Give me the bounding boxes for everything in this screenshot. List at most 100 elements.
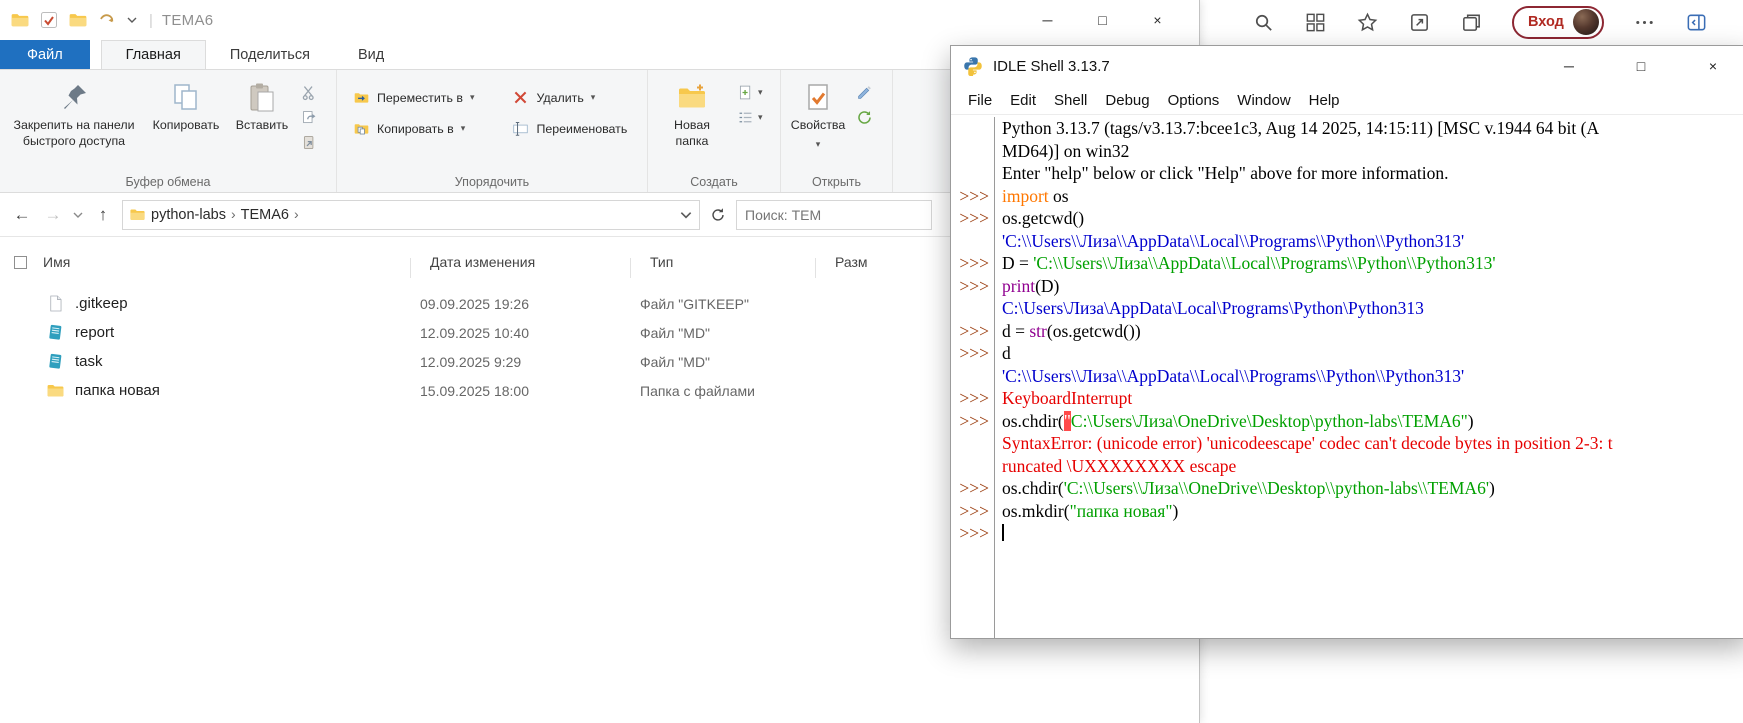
breadcrumb-separator: › xyxy=(289,206,304,222)
copy-to-button[interactable]: Копировать в ▾ xyxy=(347,118,480,139)
paste-button[interactable]: Вставить xyxy=(228,74,296,134)
tab-view[interactable]: Вид xyxy=(334,40,408,69)
tab-share[interactable]: Поделиться xyxy=(206,40,334,69)
history-icon[interactable] xyxy=(856,109,873,126)
address-dropdown-icon[interactable] xyxy=(679,208,693,222)
easy-access-icon xyxy=(737,109,754,126)
shell-line: >>>d xyxy=(951,342,1743,365)
qat-customize-chevron-icon[interactable] xyxy=(126,14,138,26)
shell-line: >>>os.chdir("C:\Users\Лиза\OneDrive\Desk… xyxy=(951,410,1743,433)
select-all-checkbox[interactable] xyxy=(14,256,27,269)
python-logo-icon xyxy=(963,56,983,76)
file-name: task xyxy=(75,353,103,370)
cut-icon[interactable] xyxy=(301,84,318,101)
menu-window[interactable]: Window xyxy=(1228,92,1299,109)
easy-access-button[interactable]: ▾ xyxy=(737,109,763,126)
dropdown-caret: ▾ xyxy=(816,139,821,150)
dropdown-caret: ▾ xyxy=(758,112,763,123)
sidebar-panel-icon[interactable] xyxy=(1685,11,1708,34)
refresh-icon[interactable] xyxy=(709,206,727,224)
paste-label: Вставить xyxy=(236,118,289,134)
shell-prompt: >>> xyxy=(951,410,995,433)
explorer-titlebar: | ТЕМА6 ─ □ × xyxy=(0,0,1199,40)
idle-titlebar: IDLE Shell 3.13.7 ─ □ × xyxy=(951,46,1743,86)
delete-button[interactable]: Удалить ▾ xyxy=(506,87,633,108)
ribbon-group-create: Новая папка ▾ ▾ Создать xyxy=(648,70,781,192)
favorites-star-icon[interactable] xyxy=(1356,11,1379,34)
close-button[interactable]: × xyxy=(1130,0,1185,40)
menu-debug[interactable]: Debug xyxy=(1096,92,1158,109)
dropdown-caret: ▾ xyxy=(591,92,596,103)
minimize-button[interactable]: ─ xyxy=(1020,0,1075,40)
file-date: 09.09.2025 19:26 xyxy=(420,296,640,312)
qat-properties-icon[interactable] xyxy=(39,10,59,30)
recent-locations-chevron-icon[interactable] xyxy=(72,209,84,221)
copy-button[interactable]: Копировать xyxy=(144,74,228,134)
maximize-button[interactable]: □ xyxy=(1075,0,1130,40)
idle-menubar: FileEditShellDebugOptionsWindowHelp xyxy=(951,86,1743,114)
edit-icon[interactable] xyxy=(856,84,873,101)
file-date: 12.09.2025 10:40 xyxy=(420,325,640,341)
back-button[interactable]: ← xyxy=(10,205,34,225)
up-button[interactable]: ↑ xyxy=(91,205,115,225)
menu-file[interactable]: File xyxy=(959,92,1001,109)
shell-code: os.chdir('C:\\Users\\Лиза\\OneDrive\\Des… xyxy=(995,477,1495,500)
shell-line: 'C:\\Users\\Лиза\\AppData\\Local\\Progra… xyxy=(951,230,1743,253)
search-input[interactable] xyxy=(745,207,923,223)
shell-code: d xyxy=(995,342,1011,365)
shell-code: runcated \UXXXXXXXX escape xyxy=(995,455,1236,478)
search-box xyxy=(736,200,932,230)
rename-button[interactable]: Переименовать xyxy=(506,118,633,139)
forward-button[interactable]: → xyxy=(41,205,65,225)
qat-undo-icon[interactable] xyxy=(97,10,117,30)
collections-icon[interactable] xyxy=(1460,11,1483,34)
properties-button[interactable]: Свойства ▾ xyxy=(785,74,851,150)
new-folder-icon xyxy=(676,81,708,113)
group-label-organize: Упорядочить xyxy=(337,175,647,189)
shell-code: Python 3.13.7 (tags/v3.13.7:bcee1c3, Aug… xyxy=(995,117,1599,140)
idle-maximize-button[interactable]: □ xyxy=(1605,46,1677,86)
file-name-cell: report xyxy=(0,323,420,342)
paste-shortcut-icon[interactable] xyxy=(301,134,318,151)
idle-minimize-button[interactable]: ─ xyxy=(1533,46,1605,86)
idle-close-button[interactable]: × xyxy=(1677,46,1743,86)
tab-home[interactable]: Главная xyxy=(101,40,206,69)
group-label-open: Открыть xyxy=(781,175,892,189)
shell-code: C:\Users\Лиза\AppData\Local\Programs\Pyt… xyxy=(995,297,1424,320)
column-name[interactable]: Имя xyxy=(43,254,70,270)
shell-prompt: >>> xyxy=(951,320,995,343)
search-icon[interactable] xyxy=(1252,11,1275,34)
paste-icon xyxy=(246,81,278,113)
breadcrumb-separator: › xyxy=(226,206,241,222)
shell-line: >>>os.chdir('C:\\Users\\Лиза\\OneDrive\\… xyxy=(951,477,1743,500)
idle-title: IDLE Shell 3.13.7 xyxy=(993,58,1110,75)
shell-prompt xyxy=(951,297,995,320)
tab-grid-icon[interactable] xyxy=(1304,11,1327,34)
shell-line: runcated \UXXXXXXXX escape xyxy=(951,455,1743,478)
copy-path-icon[interactable] xyxy=(301,109,318,126)
shell-lines[interactable]: Python 3.13.7 (tags/v3.13.7:bcee1c3, Aug… xyxy=(951,114,1743,638)
column-type[interactable]: Тип xyxy=(640,254,825,270)
qat-new-folder-icon[interactable] xyxy=(68,10,88,30)
shell-line: C:\Users\Лиза\AppData\Local\Programs\Pyt… xyxy=(951,297,1743,320)
breadcrumb-item[interactable]: python-labs xyxy=(151,207,226,223)
new-item-button[interactable]: ▾ xyxy=(737,84,763,101)
move-to-button[interactable]: Переместить в ▾ xyxy=(347,87,480,108)
address-folder-icon xyxy=(129,206,146,223)
shell-prompt xyxy=(951,230,995,253)
breadcrumb-item[interactable]: ТЕМА6 xyxy=(241,207,289,223)
menu-help[interactable]: Help xyxy=(1300,92,1349,109)
signin-button[interactable]: Вход xyxy=(1512,6,1604,39)
tab-file[interactable]: Файл xyxy=(0,40,90,69)
folder-icon xyxy=(46,381,65,400)
breadcrumb[interactable]: python-labs›ТЕМА6› xyxy=(122,200,700,230)
menu-shell[interactable]: Shell xyxy=(1045,92,1096,109)
shell-line: >>>os.getcwd() xyxy=(951,207,1743,230)
menu-options[interactable]: Options xyxy=(1159,92,1229,109)
pin-to-quick-access-button[interactable]: Закрепить на панели быстрого доступа xyxy=(4,74,144,149)
more-options-icon[interactable] xyxy=(1633,11,1656,34)
menu-edit[interactable]: Edit xyxy=(1001,92,1045,109)
column-date-modified[interactable]: Дата изменения xyxy=(420,254,640,270)
new-folder-button[interactable]: Новая папка xyxy=(652,74,732,149)
extensions-icon[interactable] xyxy=(1408,11,1431,34)
